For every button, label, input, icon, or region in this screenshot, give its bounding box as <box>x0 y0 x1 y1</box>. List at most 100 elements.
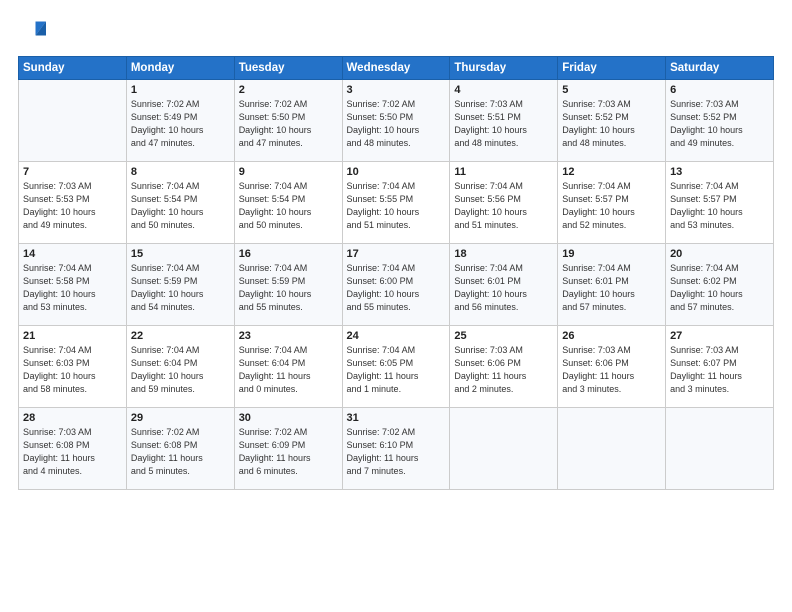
day-number: 9 <box>239 166 338 178</box>
calendar-cell: 27 Sunrise: 7:03 AM Sunset: 6:07 PM Dayli… <box>666 326 774 408</box>
calendar-header-row: SundayMondayTuesdayWednesdayThursdayFrid… <box>19 57 774 80</box>
calendar-cell: 16 Sunrise: 7:04 AM Sunset: 5:59 PM Dayli… <box>234 244 342 326</box>
calendar-cell: 26Sunrise: 7:03 AM Sunset: 6:06 PM Dayli… <box>558 326 666 408</box>
day-number: 7 <box>23 166 122 178</box>
day-number: 30 <box>239 412 338 424</box>
day-info: Sunrise: 7:04 AM Sunset: 5:58 PM Dayligh… <box>23 262 122 314</box>
day-number: 10 <box>347 166 446 178</box>
calendar-cell: 11 Sunrise: 7:04 AM Sunset: 5:56 PM Dayli… <box>450 162 558 244</box>
calendar-cell: 15 Sunrise: 7:04 AM Sunset: 5:59 PM Dayli… <box>126 244 234 326</box>
day-number: 29 <box>131 412 230 424</box>
day-info: Sunrise: 7:02 AM Sunset: 6:09 PM Dayligh… <box>239 426 338 478</box>
day-number: 18 <box>454 248 553 260</box>
calendar-cell: 28Sunrise: 7:03 AM Sunset: 6:08 PM Dayli… <box>19 408 127 490</box>
calendar-cell: 2Sunrise: 7:02 AM Sunset: 5:50 PM Daylig… <box>234 80 342 162</box>
day-info: Sunrise: 7:04 AM Sunset: 6:02 PM Dayligh… <box>670 262 769 314</box>
calendar-cell: 13 Sunrise: 7:04 AM Sunset: 5:57 PM Dayli… <box>666 162 774 244</box>
day-info: Sunrise: 7:03 AM Sunset: 5:52 PM Dayligh… <box>562 98 661 150</box>
day-number: 21 <box>23 330 122 342</box>
calendar-page: SundayMondayTuesdayWednesdayThursdayFrid… <box>0 0 792 612</box>
day-info: Sunrise: 7:03 AM Sunset: 6:06 PM Dayligh… <box>454 344 553 396</box>
calendar-cell: 31Sunrise: 7:02 AM Sunset: 6:10 PM Dayli… <box>342 408 450 490</box>
day-number: 3 <box>347 84 446 96</box>
calendar-week-row: 7 Sunrise: 7:03 AM Sunset: 5:53 PM Daylig… <box>19 162 774 244</box>
calendar-cell <box>450 408 558 490</box>
day-number: 20 <box>670 248 769 260</box>
day-info: Sunrise: 7:04 AM Sunset: 6:04 PM Dayligh… <box>131 344 230 396</box>
calendar-week-row: 1 Sunrise: 7:02 AM Sunset: 5:49 PM Daylig… <box>19 80 774 162</box>
day-info: Sunrise: 7:04 AM Sunset: 5:56 PM Dayligh… <box>454 180 553 232</box>
day-info: Sunrise: 7:04 AM Sunset: 5:59 PM Dayligh… <box>239 262 338 314</box>
day-info: Sunrise: 7:03 AM Sunset: 5:53 PM Dayligh… <box>23 180 122 232</box>
calendar-cell: 12Sunrise: 7:04 AM Sunset: 5:57 PM Dayli… <box>558 162 666 244</box>
calendar-cell: 18 Sunrise: 7:04 AM Sunset: 6:01 PM Dayli… <box>450 244 558 326</box>
day-number: 24 <box>347 330 446 342</box>
day-number: 17 <box>347 248 446 260</box>
day-number: 31 <box>347 412 446 424</box>
day-info: Sunrise: 7:04 AM Sunset: 6:03 PM Dayligh… <box>23 344 122 396</box>
day-number: 16 <box>239 248 338 260</box>
calendar-cell: 17 Sunrise: 7:04 AM Sunset: 6:00 PM Dayli… <box>342 244 450 326</box>
day-info: Sunrise: 7:02 AM Sunset: 5:49 PM Dayligh… <box>131 98 230 150</box>
day-info: Sunrise: 7:04 AM Sunset: 5:57 PM Dayligh… <box>670 180 769 232</box>
day-info: Sunrise: 7:04 AM Sunset: 6:00 PM Dayligh… <box>347 262 446 314</box>
calendar-cell: 6 Sunrise: 7:03 AM Sunset: 5:52 PM Daylig… <box>666 80 774 162</box>
day-number: 28 <box>23 412 122 424</box>
day-number: 25 <box>454 330 553 342</box>
header-tuesday: Tuesday <box>234 57 342 80</box>
day-info: Sunrise: 7:03 AM Sunset: 5:52 PM Dayligh… <box>670 98 769 150</box>
calendar-cell: 24 Sunrise: 7:04 AM Sunset: 6:05 PM Dayli… <box>342 326 450 408</box>
day-info: Sunrise: 7:04 AM Sunset: 6:04 PM Dayligh… <box>239 344 338 396</box>
calendar-cell <box>19 80 127 162</box>
day-number: 15 <box>131 248 230 260</box>
day-info: Sunrise: 7:04 AM Sunset: 5:54 PM Dayligh… <box>131 180 230 232</box>
day-info: Sunrise: 7:02 AM Sunset: 5:50 PM Dayligh… <box>239 98 338 150</box>
logo <box>18 18 50 46</box>
calendar-cell: 29Sunrise: 7:02 AM Sunset: 6:08 PM Dayli… <box>126 408 234 490</box>
calendar-cell: 20 Sunrise: 7:04 AM Sunset: 6:02 PM Dayli… <box>666 244 774 326</box>
calendar-cell <box>666 408 774 490</box>
calendar-cell: 30 Sunrise: 7:02 AM Sunset: 6:09 PM Dayli… <box>234 408 342 490</box>
day-info: Sunrise: 7:04 AM Sunset: 6:05 PM Dayligh… <box>347 344 446 396</box>
calendar-cell: 8 Sunrise: 7:04 AM Sunset: 5:54 PM Daylig… <box>126 162 234 244</box>
day-info: Sunrise: 7:03 AM Sunset: 6:07 PM Dayligh… <box>670 344 769 396</box>
day-number: 4 <box>454 84 553 96</box>
header-monday: Monday <box>126 57 234 80</box>
day-number: 14 <box>23 248 122 260</box>
calendar-cell: 7 Sunrise: 7:03 AM Sunset: 5:53 PM Daylig… <box>19 162 127 244</box>
day-number: 27 <box>670 330 769 342</box>
calendar-table: SundayMondayTuesdayWednesdayThursdayFrid… <box>18 56 774 490</box>
header-thursday: Thursday <box>450 57 558 80</box>
day-number: 22 <box>131 330 230 342</box>
header-wednesday: Wednesday <box>342 57 450 80</box>
day-info: Sunrise: 7:04 AM Sunset: 5:59 PM Dayligh… <box>131 262 230 314</box>
day-number: 5 <box>562 84 661 96</box>
calendar-cell: 19Sunrise: 7:04 AM Sunset: 6:01 PM Dayli… <box>558 244 666 326</box>
day-number: 11 <box>454 166 553 178</box>
day-info: Sunrise: 7:04 AM Sunset: 5:55 PM Dayligh… <box>347 180 446 232</box>
day-info: Sunrise: 7:03 AM Sunset: 5:51 PM Dayligh… <box>454 98 553 150</box>
calendar-week-row: 28Sunrise: 7:03 AM Sunset: 6:08 PM Dayli… <box>19 408 774 490</box>
calendar-week-row: 14 Sunrise: 7:04 AM Sunset: 5:58 PM Dayli… <box>19 244 774 326</box>
header-saturday: Saturday <box>666 57 774 80</box>
calendar-cell: 23Sunrise: 7:04 AM Sunset: 6:04 PM Dayli… <box>234 326 342 408</box>
day-number: 1 <box>131 84 230 96</box>
calendar-cell: 21 Sunrise: 7:04 AM Sunset: 6:03 PM Dayli… <box>19 326 127 408</box>
day-number: 8 <box>131 166 230 178</box>
day-info: Sunrise: 7:04 AM Sunset: 5:54 PM Dayligh… <box>239 180 338 232</box>
day-number: 13 <box>670 166 769 178</box>
calendar-cell: 3 Sunrise: 7:02 AM Sunset: 5:50 PM Daylig… <box>342 80 450 162</box>
header-friday: Friday <box>558 57 666 80</box>
calendar-cell: 25 Sunrise: 7:03 AM Sunset: 6:06 PM Dayli… <box>450 326 558 408</box>
calendar-cell: 1 Sunrise: 7:02 AM Sunset: 5:49 PM Daylig… <box>126 80 234 162</box>
calendar-cell: 9 Sunrise: 7:04 AM Sunset: 5:54 PM Daylig… <box>234 162 342 244</box>
day-info: Sunrise: 7:04 AM Sunset: 6:01 PM Dayligh… <box>454 262 553 314</box>
day-info: Sunrise: 7:02 AM Sunset: 5:50 PM Dayligh… <box>347 98 446 150</box>
day-info: Sunrise: 7:04 AM Sunset: 6:01 PM Dayligh… <box>562 262 661 314</box>
day-number: 6 <box>670 84 769 96</box>
calendar-cell: 14 Sunrise: 7:04 AM Sunset: 5:58 PM Dayli… <box>19 244 127 326</box>
calendar-cell: 10 Sunrise: 7:04 AM Sunset: 5:55 PM Dayli… <box>342 162 450 244</box>
calendar-cell: 22 Sunrise: 7:04 AM Sunset: 6:04 PM Dayli… <box>126 326 234 408</box>
calendar-week-row: 21 Sunrise: 7:04 AM Sunset: 6:03 PM Dayli… <box>19 326 774 408</box>
calendar-cell <box>558 408 666 490</box>
